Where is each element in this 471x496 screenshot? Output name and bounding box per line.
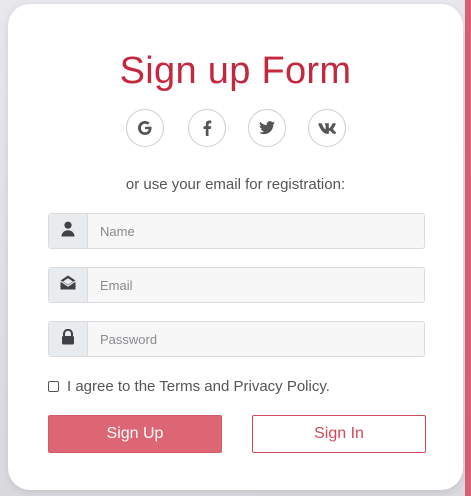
- terms-row: I agree to the Terms and Privacy Policy.: [48, 376, 330, 396]
- email-field: [48, 267, 425, 303]
- password-field: [48, 321, 425, 357]
- google-icon: [137, 120, 153, 136]
- email-field-icon-box: [49, 268, 88, 302]
- facebook-button[interactable]: [188, 109, 226, 147]
- lock-icon: [61, 328, 75, 350]
- sign-up-button[interactable]: Sign Up: [48, 415, 222, 453]
- twitter-icon: [259, 121, 275, 135]
- registration-subtitle: or use your email for registration:: [125, 176, 346, 193]
- form-title: Sign up Form: [119, 50, 352, 92]
- vk-button[interactable]: [308, 109, 346, 147]
- password-field-icon-box: [49, 322, 88, 356]
- twitter-button[interactable]: [248, 109, 286, 147]
- user-icon: [61, 221, 75, 242]
- email-input[interactable]: [88, 268, 424, 302]
- vk-icon: [318, 122, 336, 134]
- sign-in-button[interactable]: Sign In: [252, 415, 426, 453]
- signup-card: Sign up Form or use your email for regis…: [8, 4, 463, 490]
- accent-strip: [465, 0, 471, 496]
- name-input[interactable]: [88, 214, 424, 248]
- envelope-icon: [60, 275, 76, 295]
- name-field: [48, 213, 425, 249]
- name-field-icon-box: [49, 214, 88, 248]
- facebook-icon: [202, 120, 212, 136]
- terms-checkbox[interactable]: [48, 380, 59, 392]
- terms-label: I agree to the Terms and Privacy Policy.: [67, 377, 330, 395]
- google-button[interactable]: [126, 109, 164, 147]
- page-background: Sign up Form or use your email for regis…: [0, 0, 471, 496]
- social-login-row: [126, 109, 350, 151]
- password-input[interactable]: [88, 322, 424, 356]
